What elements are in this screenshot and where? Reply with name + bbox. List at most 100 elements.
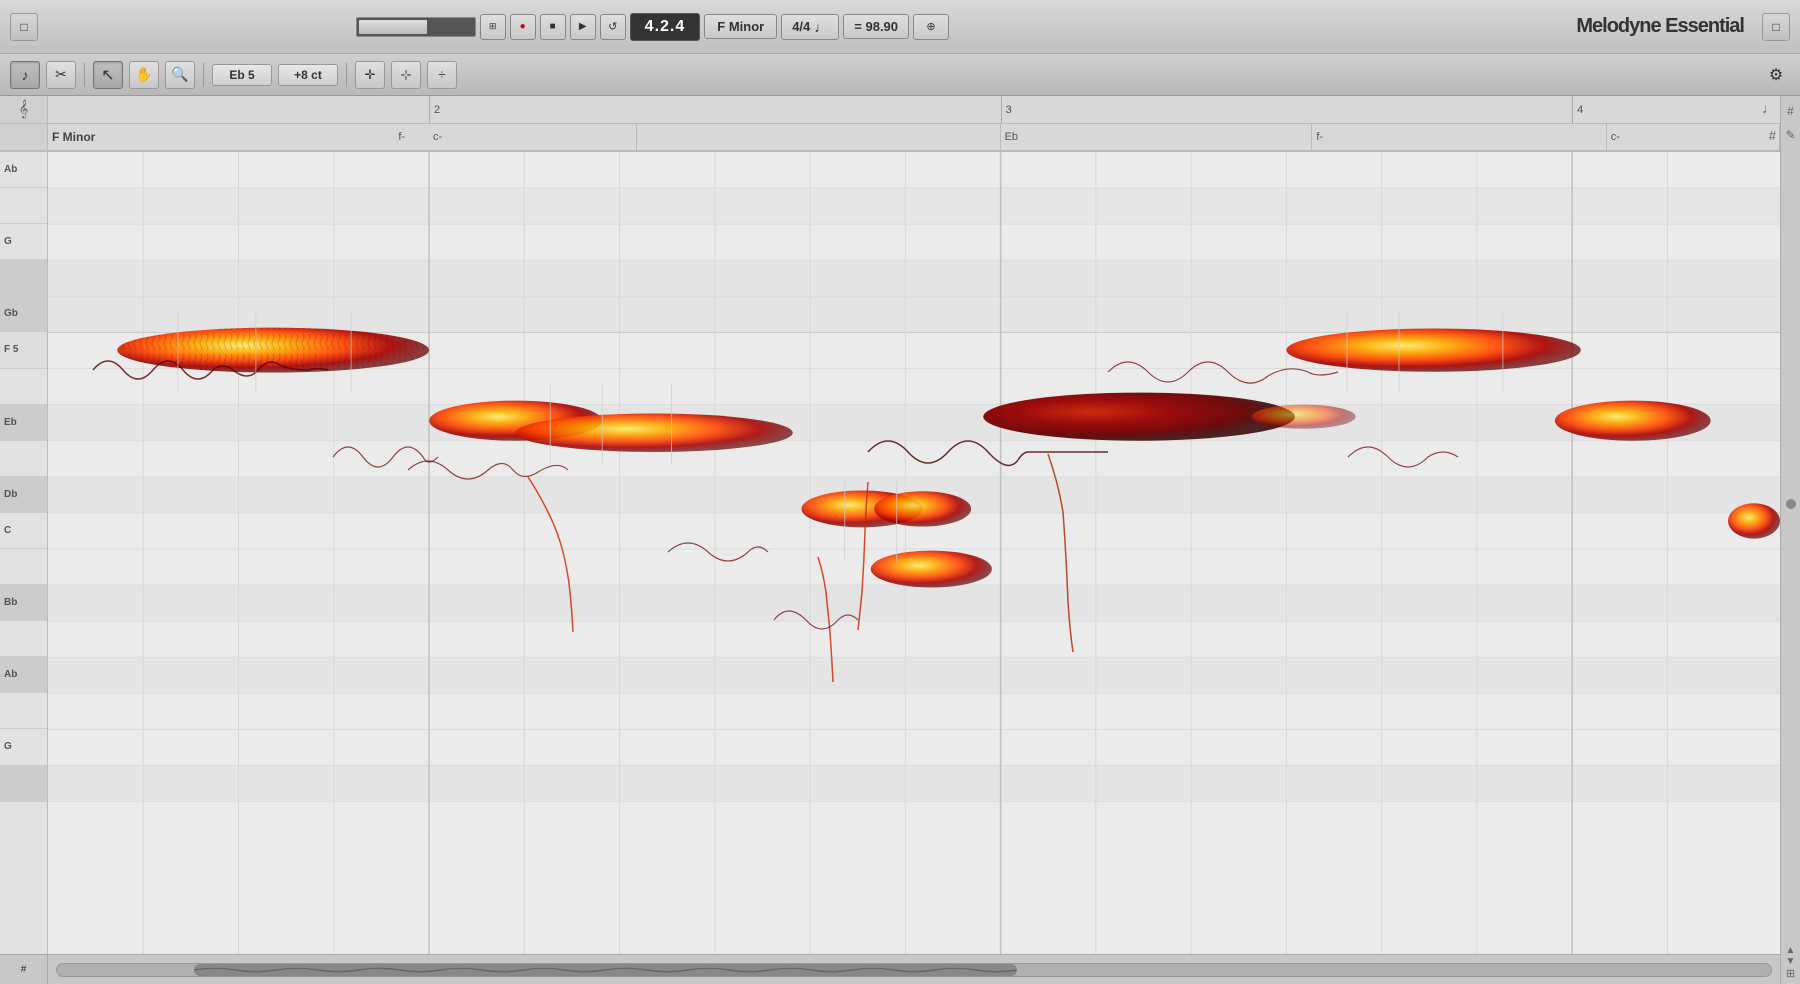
note-blob-5[interactable] xyxy=(874,491,971,526)
left-panel-toggle[interactable]: □ xyxy=(10,13,38,41)
tempo-value: = 98.90 xyxy=(854,19,898,34)
ruler-track[interactable]: 2 3 4 ♩ xyxy=(48,96,1780,124)
tune-btn[interactable]: ⊕ xyxy=(913,14,949,40)
edit-tool-icon: ✂ xyxy=(55,66,67,83)
progress-bar[interactable] xyxy=(356,17,476,37)
hash-icon: # xyxy=(1769,128,1776,143)
transport-area: ⊞ ● ■ ▶ ↺ 4.2.4 F Minor xyxy=(356,13,949,41)
progress-fill xyxy=(359,20,427,34)
pitch-col: Ab G Gb F 5 Eb Db C Bb Ab G xyxy=(0,152,48,954)
logo-area: Melodyne Essential xyxy=(1576,15,1744,38)
position-display[interactable]: 4.2.4 xyxy=(630,13,701,41)
note-icon: ♩ xyxy=(1762,100,1776,116)
pitch-tool-btn[interactable]: ♪ xyxy=(10,61,40,89)
stop-icon: ■ xyxy=(550,21,556,32)
divider2 xyxy=(203,63,204,87)
hscroll-thumb[interactable] xyxy=(194,964,1017,976)
divider3 xyxy=(346,63,347,87)
clef-icon: 𝄞 xyxy=(0,96,47,123)
hscroll-bar[interactable] xyxy=(56,963,1772,977)
note-display: Eb 5 xyxy=(212,64,272,86)
select-tool-btn[interactable]: ↖ xyxy=(93,61,123,89)
chord-corner xyxy=(0,124,48,152)
right-sidebar: # ✎ ▲ ▼ ⊞ xyxy=(1780,96,1800,984)
pitch-ab-top: Ab xyxy=(0,152,47,188)
ruler-mark-3: 3 xyxy=(1001,96,1012,123)
scroll-tool-icon: ✋ xyxy=(135,66,152,83)
chord-track: F Minor f- c- Eb f- c- xyxy=(48,124,1780,152)
ruler-mark-2: 2 xyxy=(429,96,440,123)
right-panel-toggle[interactable]: □ xyxy=(1762,13,1790,41)
formant-icon: ⊹ xyxy=(401,67,412,83)
right-panel-icon: □ xyxy=(1772,20,1779,34)
ruler-mark-4: 4 xyxy=(1572,96,1583,123)
right-scroll-down[interactable]: ▼ xyxy=(1786,956,1796,967)
pitch-g-bot: G xyxy=(0,729,47,765)
chord-label: f- xyxy=(1316,131,1323,143)
record-icon: ● xyxy=(520,21,526,32)
chord-label: c- xyxy=(1611,131,1620,143)
pitch-hash: # xyxy=(0,834,47,954)
scroll-wave xyxy=(194,964,1017,976)
scrollable-area: Ab G Gb F 5 Eb Db C Bb Ab G xyxy=(0,152,1780,954)
right-scroll-dot xyxy=(1786,499,1796,509)
stop-btn[interactable]: ■ xyxy=(540,14,566,40)
pitch-c: C xyxy=(0,513,47,549)
metronome-icon: ♩ xyxy=(814,19,828,35)
chord-f-minor-2: f- xyxy=(1312,124,1606,150)
top-toolbar: □ ⊞ ● ■ ▶ ↺ xyxy=(0,0,1800,54)
right-zoom-icon[interactable]: ⊞ xyxy=(1786,967,1795,980)
pitch-bb: Bb xyxy=(0,585,47,621)
select-icon: ↖ xyxy=(101,65,114,85)
settings-btn[interactable]: ⚙ xyxy=(1762,61,1790,89)
play-btn[interactable]: ▶ xyxy=(570,14,596,40)
chord-row: F Minor f- c- Eb f- c- xyxy=(0,124,1780,152)
pitch-tool-icon: ♪ xyxy=(22,67,29,83)
position-value: 4.2.4 xyxy=(645,18,686,35)
amplitude-btn[interactable]: ÷ xyxy=(427,61,457,89)
scroll-tool-btn[interactable]: ✋ xyxy=(129,61,159,89)
settings-icon: ⚙ xyxy=(1769,65,1783,85)
hscroll-row: # xyxy=(0,954,1780,984)
hscroll-track[interactable] xyxy=(48,954,1780,984)
pitch-mod-btn[interactable]: ✛ xyxy=(355,61,385,89)
note-blob-10[interactable] xyxy=(1728,503,1780,538)
note-canvas[interactable] xyxy=(48,152,1780,954)
play-icon: ▶ xyxy=(579,21,587,32)
left-panel-icon: □ xyxy=(20,20,27,34)
loop-btn[interactable]: ↺ xyxy=(600,14,626,40)
record-btn[interactable]: ● xyxy=(510,14,536,40)
chord-eb: Eb xyxy=(1001,124,1313,150)
formant-btn[interactable]: ⊹ xyxy=(391,61,421,89)
divider xyxy=(84,63,85,87)
right-edit-icon[interactable]: ✎ xyxy=(1785,128,1795,142)
edit-tool-btn[interactable]: ✂ xyxy=(46,61,76,89)
key-label: F Minor xyxy=(52,130,95,144)
chord-label: c- xyxy=(433,131,442,143)
pitch-empty3 xyxy=(0,369,47,405)
hscroll-corner: # xyxy=(0,954,48,984)
pitch-mod-icon: ✛ xyxy=(365,67,376,83)
chord-label: Eb xyxy=(1005,131,1018,143)
center-area: 𝄞 2 3 4 xyxy=(0,96,1780,984)
logo-melodyne: Melodyne Essential xyxy=(1576,15,1744,37)
hscroll-corner-icon: # xyxy=(21,964,27,975)
pitch-g: G xyxy=(0,224,47,260)
expand-btn[interactable]: ⊞ xyxy=(480,14,506,40)
tempo-display[interactable]: = 98.90 xyxy=(843,14,909,39)
expand-icon: ⊞ xyxy=(489,21,497,32)
pitch-empty5 xyxy=(0,549,47,585)
pitch-f5: F 5 xyxy=(0,332,47,368)
pitch-empty1 xyxy=(0,188,47,224)
time-sig-display[interactable]: 4/4 ♩ xyxy=(781,14,839,40)
right-hash-top[interactable]: # xyxy=(1787,104,1794,118)
pitch-empty6 xyxy=(0,621,47,657)
key-display[interactable]: F Minor xyxy=(704,14,777,39)
right-scroll-up[interactable]: ▲ xyxy=(1786,945,1796,956)
ruler-row: 𝄞 2 3 4 xyxy=(0,96,1780,124)
notes-svg xyxy=(48,152,1780,954)
pitch-empty7 xyxy=(0,693,47,729)
zoom-tool-btn[interactable]: 🔍 xyxy=(165,61,195,89)
key-value: F Minor xyxy=(717,19,764,34)
tune-icon: ⊕ xyxy=(926,20,935,33)
